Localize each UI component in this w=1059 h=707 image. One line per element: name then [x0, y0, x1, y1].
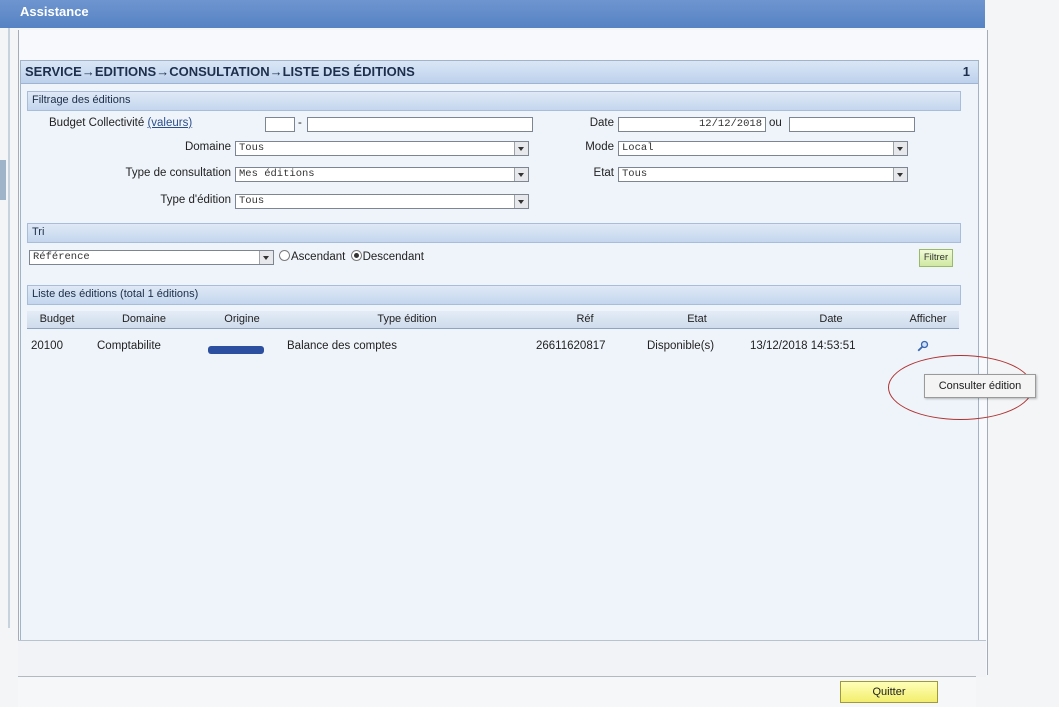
date-or-label: ou [769, 117, 782, 129]
col-etat[interactable]: Etat [657, 313, 737, 325]
date-label: Date [589, 117, 614, 129]
chevron-down-icon[interactable] [259, 251, 273, 264]
domaine-select[interactable]: Tous [235, 141, 529, 156]
col-afficher[interactable]: Afficher [903, 313, 953, 325]
budget-start-input[interactable] [265, 117, 295, 132]
row-etat: Disponible(s) [647, 340, 715, 352]
list-table-header: Budget Domaine Origine Type édition Réf … [27, 311, 959, 329]
domaine-select-value: Tous [239, 142, 265, 154]
breadcrumb: SERVICE→EDITIONS→CONSULTATION→LISTE DES … [25, 64, 415, 79]
row-date: 13/12/2018 14:53:51 [750, 340, 856, 352]
type-edition-label: Type d'édition [160, 194, 231, 206]
col-origine[interactable]: Origine [207, 313, 277, 325]
list-section-title: Liste des éditions (total 1 éditions) [32, 288, 199, 300]
sort-order-group: Ascendant Descendant [279, 250, 424, 263]
app-titlebar: Assistance [0, 0, 985, 28]
magnifier-icon[interactable] [917, 340, 929, 352]
sort-section-header: Tri [27, 223, 961, 243]
chevron-down-icon[interactable] [514, 195, 528, 208]
chevron-down-icon[interactable] [893, 168, 907, 181]
type-consultation-label: Type de consultation [125, 167, 232, 179]
page-number: 1 [962, 64, 970, 79]
chevron-down-icon[interactable] [893, 142, 907, 155]
date-input[interactable]: 12/12/2018 [618, 117, 766, 132]
app-title: Assistance [20, 4, 89, 19]
row-ref: 26611620817 [536, 340, 606, 352]
chevron-down-icon[interactable] [514, 168, 528, 181]
date-end-input[interactable] [789, 117, 915, 132]
budget-separator: - [298, 117, 302, 129]
sort-descending-label[interactable]: Descendant [363, 251, 424, 263]
mode-label: Mode [585, 141, 614, 153]
budget-values-link[interactable]: (valeurs) [147, 117, 192, 129]
quit-button[interactable]: Quitter [840, 681, 938, 703]
left-tab-strip [0, 160, 6, 200]
col-domaine[interactable]: Domaine [99, 313, 189, 325]
filter-button[interactable]: Filtrer [919, 249, 953, 267]
type-consultation-select-value: Mes éditions [239, 168, 315, 180]
mode-select-value: Local [622, 142, 654, 154]
left-border [8, 28, 10, 628]
type-edition-select[interactable]: Tous [235, 194, 529, 209]
domaine-label: Domaine [184, 141, 231, 153]
row-type-edition: Balance des comptes [287, 340, 397, 352]
budget-end-input[interactable] [307, 117, 533, 132]
main-panel: SERVICE→EDITIONS→CONSULTATION→LISTE DES … [20, 60, 979, 644]
row-budget: 20100 [31, 340, 63, 352]
row-domaine: Comptabilite [97, 340, 161, 352]
sort-ascending-radio[interactable] [279, 250, 290, 261]
sort-field-value: Référence [33, 251, 90, 263]
etat-select[interactable]: Tous [618, 167, 908, 182]
list-section-header: Liste des éditions (total 1 éditions) [27, 285, 961, 305]
consult-edition-tooltip: Consulter édition [924, 374, 1036, 398]
sort-section-title: Tri [32, 226, 45, 238]
type-consultation-select[interactable]: Mes éditions [235, 167, 529, 182]
footer-bar [18, 676, 976, 707]
etat-label: Etat [593, 167, 614, 179]
etat-select-value: Tous [622, 168, 648, 180]
budget-label: Budget Collectivité (valeurs) [49, 117, 192, 129]
chevron-down-icon[interactable] [514, 142, 528, 155]
col-type-edition[interactable]: Type édition [327, 313, 487, 325]
sort-descending-radio[interactable] [350, 250, 362, 261]
bottom-strip [18, 640, 986, 677]
type-edition-select-value: Tous [239, 195, 265, 207]
budget-label-text: Budget Collectivité [49, 117, 145, 129]
sort-field-select[interactable]: Référence [29, 250, 274, 265]
row-origine-redacted [208, 346, 264, 354]
filter-section-title: Filtrage des éditions [32, 94, 131, 106]
filter-section-header: Filtrage des éditions [27, 91, 961, 111]
col-date[interactable]: Date [791, 313, 871, 325]
mode-select[interactable]: Local [618, 141, 908, 156]
col-budget[interactable]: Budget [35, 313, 79, 325]
col-ref[interactable]: Réf [555, 313, 615, 325]
sort-ascending-label[interactable]: Ascendant [291, 251, 345, 263]
page-header: SERVICE→EDITIONS→CONSULTATION→LISTE DES … [21, 61, 978, 84]
